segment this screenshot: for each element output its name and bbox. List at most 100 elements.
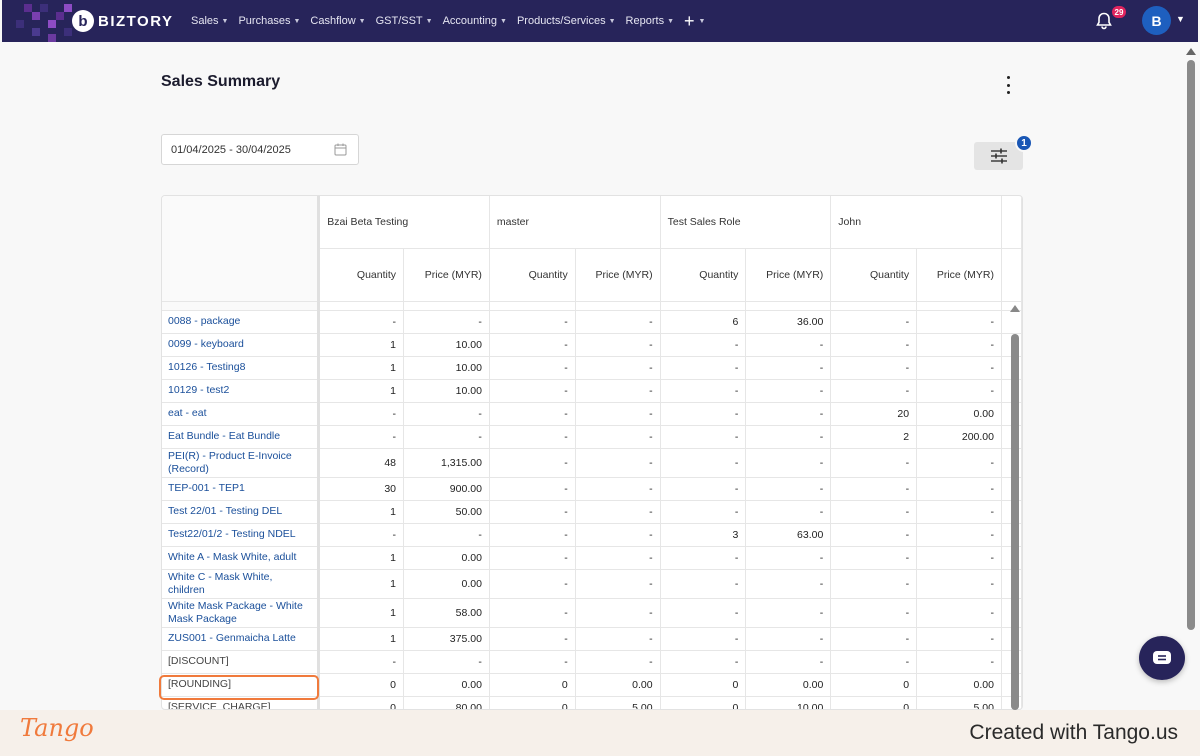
quantity-cell: 6: [660, 310, 747, 334]
spacer-cell: [162, 301, 321, 311]
quantity-cell: 0: [830, 696, 918, 709]
group-header-row: Bzai Beta Testing master Test Sales Role…: [162, 196, 1022, 302]
product-link[interactable]: Test 22/01 - Testing DEL: [162, 500, 321, 524]
menu-label: Accounting: [442, 15, 498, 27]
menu-cashflow[interactable]: Cashflow ▼: [310, 15, 365, 27]
quantity-cell: -: [830, 546, 918, 570]
chat-button[interactable]: [1139, 636, 1185, 680]
page-scrollbar[interactable]: [1187, 60, 1195, 630]
quantity-cell: -: [830, 598, 918, 628]
menu-purchases[interactable]: Purchases ▼: [238, 15, 300, 27]
plus-icon: +: [684, 11, 695, 31]
spacer-cell: [745, 301, 832, 311]
price-cell: 200.00: [916, 425, 1002, 449]
price-cell: -: [916, 650, 1002, 674]
quantity-cell: 48: [318, 448, 405, 478]
quantity-cell: -: [489, 546, 576, 570]
menu-products-services[interactable]: Products/Services ▼: [517, 15, 616, 27]
calendar-icon: [334, 143, 347, 156]
price-cell: 58.00: [403, 598, 490, 628]
biztory-logo[interactable]: b BIZTORY: [72, 10, 174, 32]
quantity-cell: 0: [830, 673, 918, 697]
table-scroll-up-icon[interactable]: [1010, 305, 1020, 312]
date-range-picker[interactable]: 01/04/2025 - 30/04/2025: [161, 134, 359, 165]
user-avatar[interactable]: B: [1142, 6, 1171, 35]
menu-label: Purchases: [238, 15, 291, 27]
price-cell: -: [916, 379, 1002, 403]
quantity-cell: 1: [318, 333, 405, 357]
sales-grid: Bzai Beta Testing master Test Sales Role…: [162, 196, 1022, 709]
price-cell: 0.00: [403, 673, 490, 697]
quantity-cell: -: [660, 425, 747, 449]
quantity-cell: -: [830, 627, 918, 651]
product-link[interactable]: Test22/01/2 - Testing NDEL: [162, 523, 321, 547]
price-cell: 1,315.00: [403, 448, 490, 478]
table-scrollbar[interactable]: [1011, 334, 1019, 710]
quantity-cell: -: [489, 500, 576, 524]
quantity-cell: -: [489, 598, 576, 628]
highlight-rounding-row: [159, 675, 319, 700]
menu-reports[interactable]: Reports ▼: [626, 15, 674, 27]
price-cell: 0.00: [916, 402, 1002, 426]
price-cell: -: [745, 448, 832, 478]
product-link[interactable]: 10129 - test2: [162, 379, 321, 403]
product-link[interactable]: White A - Mask White, adult: [162, 546, 321, 570]
product-link[interactable]: eat - eat: [162, 402, 321, 426]
table-row: [DISCOUNT] - - - - - - - -: [162, 650, 1022, 674]
menu-accounting[interactable]: Accounting ▼: [443, 15, 507, 27]
chevron-down-icon: ▼: [500, 17, 507, 25]
product-link[interactable]: TEP-001 - TEP1: [162, 477, 321, 501]
price-header: Price (MYR): [916, 248, 1002, 302]
product-link[interactable]: White C - Mask White, children: [162, 569, 321, 599]
price-cell: -: [575, 477, 661, 501]
product-link[interactable]: 10126 - Testing8: [162, 356, 321, 380]
chat-icon: [1153, 651, 1171, 664]
top-nav: b BIZTORY Sales ▼ Purchases ▼ Cashflow ▼ GS…: [2, 0, 1198, 42]
quantity-cell: -: [489, 333, 576, 357]
price-cell: 63.00: [745, 523, 832, 547]
chevron-down-icon: ▼: [608, 17, 616, 25]
date-range-value: 01/04/2025 - 30/04/2025: [171, 143, 291, 156]
price-cell: 0.00: [403, 569, 490, 599]
price-cell: -: [745, 569, 832, 599]
quantity-cell: -: [489, 379, 576, 403]
menu-sales[interactable]: Sales ▼: [191, 15, 228, 27]
sales-summary-table: Bzai Beta Testing master Test Sales Role…: [161, 195, 1023, 710]
table-row: Test 22/01 - Testing DEL 1 50.00- - - - - -: [162, 500, 1022, 524]
product-link[interactable]: 0088 - package: [162, 310, 321, 334]
product-link[interactable]: 0099 - keyboard: [162, 333, 321, 357]
table-row: 0088 - package - - - -6 36.00- -: [162, 310, 1022, 334]
sliders-icon: [990, 148, 1007, 164]
price-header: Price (MYR): [403, 248, 490, 302]
table-row: White A - Mask White, adult 1 0.00- - - - - -: [162, 546, 1022, 570]
spacer-cell: [830, 301, 918, 311]
price-cell: -: [745, 650, 832, 674]
quantity-cell: 1: [318, 356, 405, 380]
page-title: Sales Summary: [161, 73, 281, 90]
price-cell: -: [575, 379, 661, 403]
menu-label: Cashflow: [310, 15, 356, 27]
page-scroll-up-icon[interactable]: [1186, 48, 1196, 55]
product-link[interactable]: White Mask Package - White Mask Package: [162, 598, 321, 628]
row-filler: [1001, 310, 1022, 334]
menu-label: GST/SST: [375, 15, 423, 27]
quantity-cell: -: [660, 333, 747, 357]
product-link[interactable]: Eat Bundle - Eat Bundle: [162, 425, 321, 449]
product-link[interactable]: PEI(R) - Product E-Invoice (Record): [162, 448, 321, 478]
menu-gst-sst[interactable]: GST/SST ▼: [376, 15, 433, 27]
quantity-cell: 1: [318, 569, 405, 599]
price-cell: -: [575, 500, 661, 524]
spacer-row: [162, 301, 1022, 311]
price-cell: -: [745, 379, 832, 403]
price-cell: -: [916, 598, 1002, 628]
product-link[interactable]: ZUS001 - Genmaicha Latte: [162, 627, 321, 651]
price-cell: 0.00: [916, 673, 1002, 697]
price-cell: -: [745, 333, 832, 357]
bell-icon[interactable]: [1094, 11, 1114, 31]
quantity-cell: 0: [318, 696, 405, 709]
price-cell: -: [745, 627, 832, 651]
quantity-header: Quantity: [830, 248, 918, 302]
quick-add-menu[interactable]: + ▼: [684, 12, 705, 30]
chevron-down-icon[interactable]: ▼: [1176, 14, 1185, 24]
more-options-icon[interactable]: [1000, 76, 1016, 94]
